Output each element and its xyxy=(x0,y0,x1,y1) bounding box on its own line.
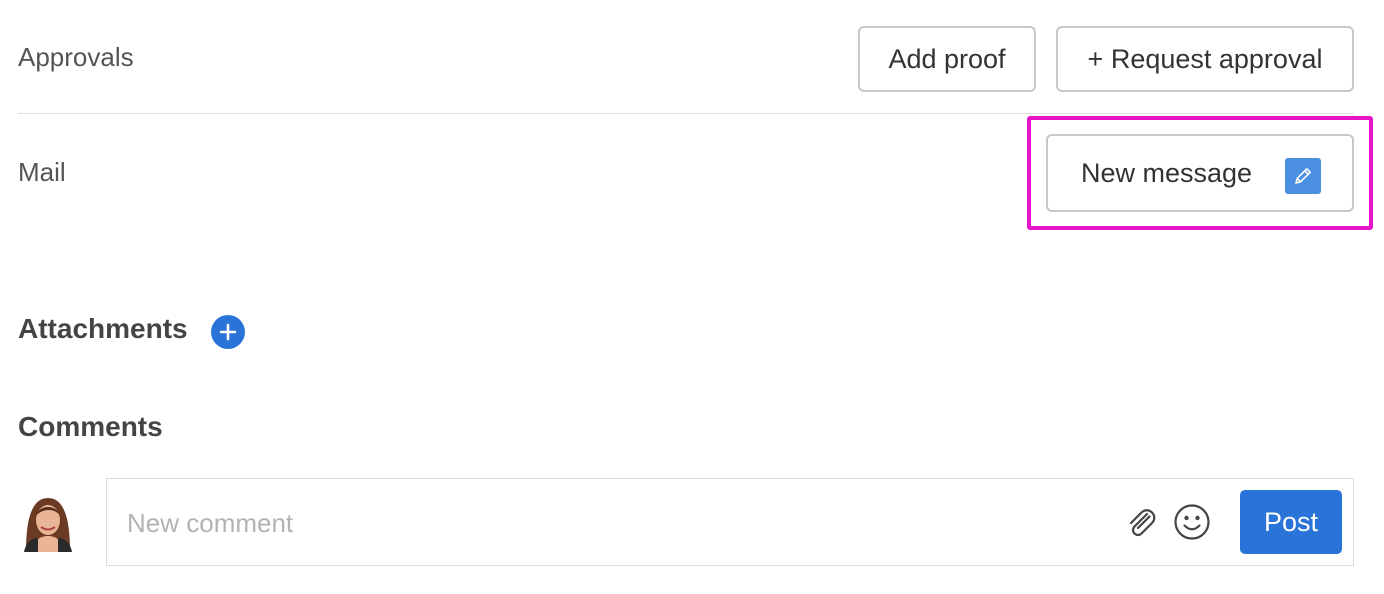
post-button[interactable]: Post xyxy=(1240,490,1342,554)
new-message-label: New message xyxy=(1081,157,1253,188)
comment-composer: Post xyxy=(106,478,1354,566)
smiley-icon[interactable] xyxy=(1173,503,1211,541)
comment-input[interactable] xyxy=(127,499,1107,547)
add-proof-button[interactable]: Add proof xyxy=(858,26,1036,92)
paperclip-icon[interactable] xyxy=(1123,505,1159,541)
section-divider xyxy=(18,113,1354,114)
pencil-icon xyxy=(1285,158,1321,194)
mail-label: Mail xyxy=(18,157,66,187)
add-attachment-icon[interactable] xyxy=(211,315,245,349)
comments-heading: Comments xyxy=(18,411,163,442)
attachments-heading: Attachments xyxy=(18,313,188,344)
new-message-button[interactable]: New message xyxy=(1046,134,1354,212)
approvals-label: Approvals xyxy=(18,42,134,72)
avatar xyxy=(18,494,78,552)
request-approval-button[interactable]: + Request approval xyxy=(1056,26,1354,92)
